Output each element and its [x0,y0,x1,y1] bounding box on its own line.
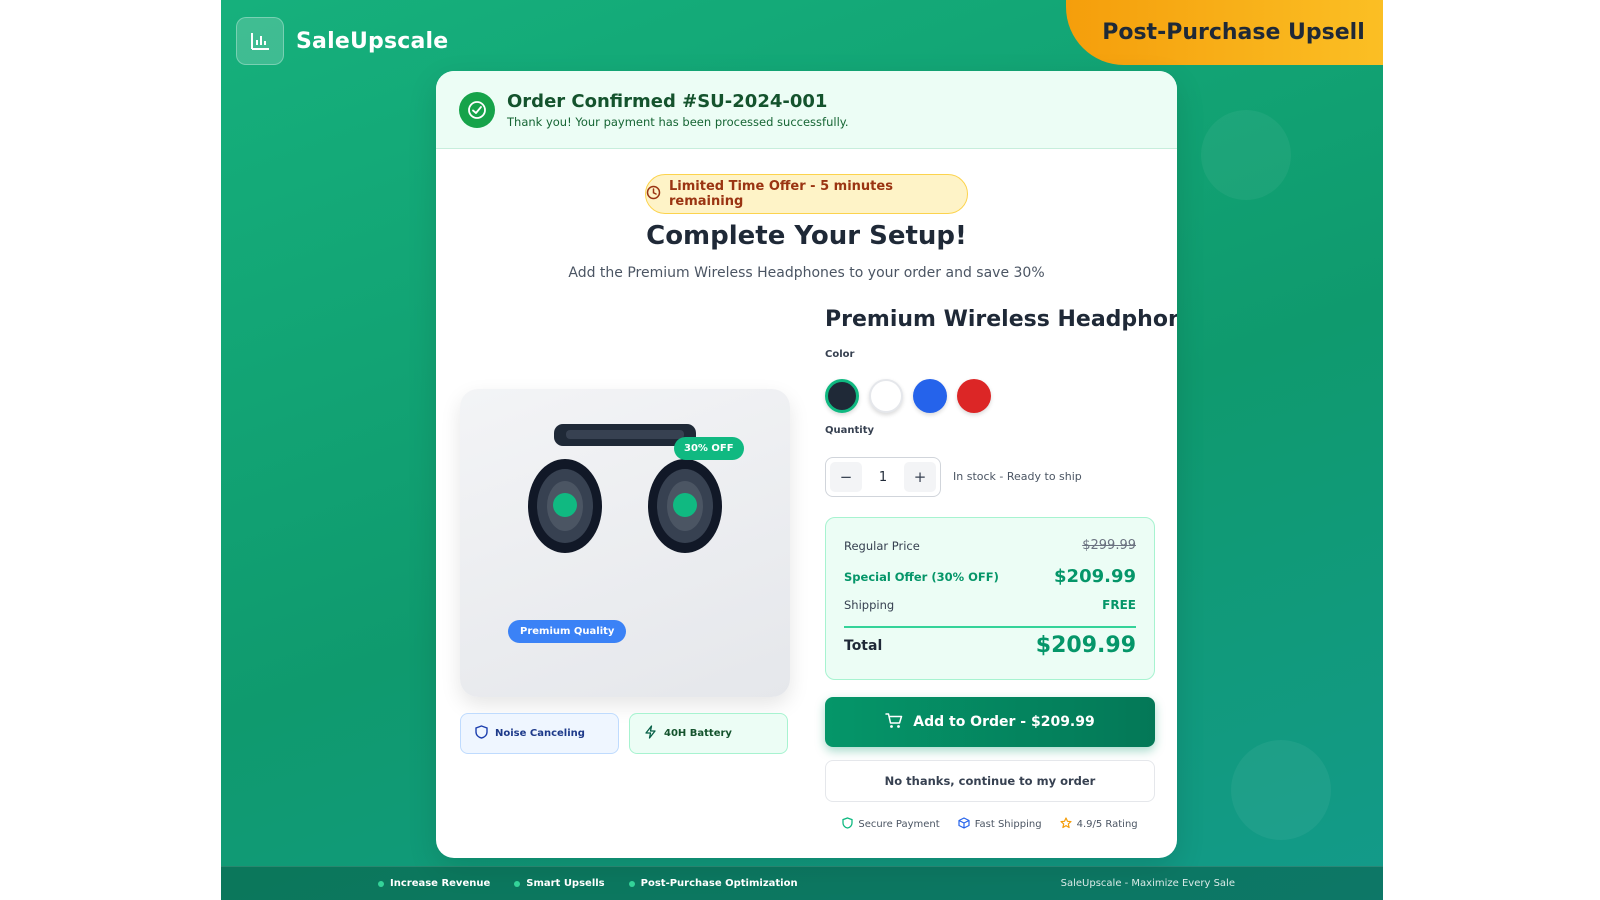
trust-indicators: Secure Payment Fast Shipping 4.9/5 Ratin… [825,817,1155,832]
regular-price-value: $299.99 [1082,538,1136,553]
footer-bar: Increase Revenue Smart Upsells Post-Purc… [221,866,1383,900]
box-icon [958,817,970,832]
confirmation-title: Order Confirmed #SU-2024-001 [507,90,828,112]
quantity-value[interactable]: 1 [879,470,887,485]
feature-label: Noise Canceling [495,728,585,739]
timer-text: Limited Time Offer - 5 minutes remaining [669,179,893,209]
page-type-banner: Post-Purchase Upsell [1066,0,1383,65]
price-summary: Regular Price $299.99 Special Offer (30%… [825,517,1155,680]
add-to-order-label: Add to Order - $209.99 [913,714,1095,730]
feature-battery: 40H Battery [629,713,788,754]
shipping-row: Shipping FREE [844,598,1136,612]
total-row: Total $209.99 [844,633,1136,658]
quantity-stepper: − 1 + [825,457,941,497]
check-circle-icon [459,91,495,128]
product-image: 30% OFF Premium Quality [460,389,790,697]
color-label: Color [825,349,855,360]
decorative-circle [1231,740,1331,840]
upsell-card: Order Confirmed #SU-2024-001 Thank you! … [436,71,1177,858]
bar-chart-icon [236,17,284,65]
offer-headline: Complete Your Setup! [646,221,967,251]
footer-item: Increase Revenue [378,878,490,889]
feature-label: 40H Battery [664,728,732,739]
total-label: Total [844,637,883,654]
decorative-circle [1201,110,1291,200]
quality-badge: Premium Quality [508,620,627,643]
special-price-value: $209.99 [1054,566,1136,587]
regular-price-row: Regular Price $299.99 [844,538,1136,553]
special-price-row: Special Offer (30% OFF) $209.99 [844,566,1136,587]
shield-icon [475,725,488,742]
trust-fast-shipping: Fast Shipping [958,817,1042,832]
special-price-label: Special Offer (30% OFF) [844,569,999,584]
color-swatch-black[interactable] [825,379,859,413]
app-frame: SaleUpscale Post-Purchase Upsell Order C… [221,0,1383,900]
footer-item: Smart Upsells [514,878,605,889]
color-swatch-white[interactable] [869,379,903,413]
bullet-dot-icon [378,880,384,887]
footer-tagline: SaleUpscale - Maximize Every Sale [1060,878,1235,889]
limited-offer-timer: Limited Time Offer - 5 minutes remaining [645,174,968,214]
footer-item-label: Increase Revenue [390,878,491,889]
trust-rating: 4.9/5 Rating [1059,817,1138,832]
trust-secure-payment: Secure Payment [842,817,940,832]
lightning-icon [644,725,657,742]
shield-icon [842,817,853,832]
trust-label: 4.9/5 Rating [1076,819,1138,830]
product-title: Premium Wireless Headphones [825,307,1177,332]
star-icon [1059,817,1072,832]
decline-offer-button[interactable]: No thanks, continue to my order [825,760,1155,802]
footer-item: Post-Purchase Optimization [628,878,798,889]
add-to-order-button[interactable]: Add to Order - $209.99 [825,697,1155,747]
footer-item-label: Post-Purchase Optimization [640,878,798,889]
quantity-label: Quantity [825,425,874,436]
color-swatch-red[interactable] [957,379,991,413]
bullet-dot-icon [514,880,521,887]
total-value: $209.99 [1035,633,1136,658]
quantity-increment-button[interactable]: + [904,462,936,492]
trust-label: Secure Payment [858,819,940,830]
feature-noise-canceling: Noise Canceling [460,713,619,754]
footer-item-label: Smart Upsells [526,878,605,889]
clock-icon [646,185,661,204]
total-divider [844,626,1136,628]
brand-name: SaleUpscale [296,28,449,54]
regular-price-label: Regular Price [844,538,920,553]
trust-label: Fast Shipping [974,819,1042,830]
bullet-dot-icon [628,880,635,887]
quantity-decrement-button[interactable]: − [830,462,862,492]
offer-subline: Add the Premium Wireless Headphones to y… [568,265,1045,281]
shipping-value: FREE [1102,598,1136,612]
discount-badge: 30% OFF [674,437,744,460]
brand[interactable]: SaleUpscale [236,17,448,65]
cart-icon [885,712,903,733]
shipping-label: Shipping [844,598,895,612]
footer-highlights: Increase Revenue Smart Upsells Post-Purc… [378,878,798,889]
order-confirmation: Order Confirmed #SU-2024-001 Thank you! … [436,71,1177,149]
confirmation-subtitle: Thank you! Your payment has been process… [507,114,849,129]
stock-status: In stock - Ready to ship [953,470,1082,483]
color-swatch-blue[interactable] [913,379,947,413]
headphones-illustration [528,424,722,553]
